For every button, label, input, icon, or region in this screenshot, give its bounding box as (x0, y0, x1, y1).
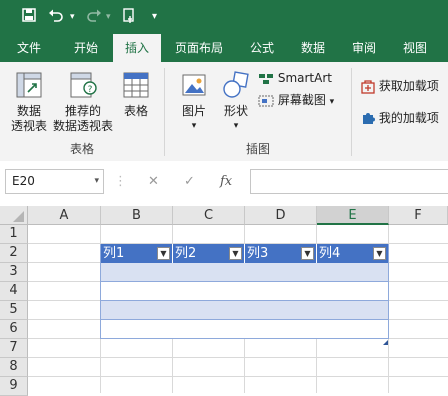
column-header-d[interactable]: D (245, 206, 317, 225)
table-header-cell[interactable]: 列1 ▼ (101, 244, 173, 263)
quick-access-toolbar: ▾ ▾ ▾ (0, 0, 448, 34)
touch-mode-icon[interactable] (122, 8, 136, 29)
tab-insert[interactable]: 插入 (113, 34, 161, 64)
customize-qat-icon[interactable]: ▾ (152, 8, 157, 26)
my-addins-icon (363, 112, 375, 124)
column-header-b[interactable]: B (101, 206, 173, 225)
table-resize-handle[interactable] (383, 334, 388, 345)
pictures-button[interactable]: 图片 ▾ (174, 70, 214, 134)
screenshot-dropdown-icon: ▾ (329, 97, 335, 107)
redo-dropdown-icon: ▾ (106, 12, 111, 22)
row-header-9[interactable]: 9 (0, 377, 28, 396)
pivot-table-icon (16, 72, 42, 98)
row-header-6[interactable]: 6 (0, 320, 28, 339)
smartart-button[interactable]: SmartArt (258, 71, 338, 86)
row-header-1[interactable]: 1 (0, 225, 28, 244)
formula-input[interactable] (250, 169, 448, 194)
illustrations-group-label: 插图 (245, 142, 270, 156)
gridline (388, 225, 389, 393)
table-row[interactable] (101, 282, 388, 301)
tables-group-label: 表格 (69, 142, 94, 156)
name-box[interactable]: E20 ▾ (5, 169, 104, 194)
insert-function-icon[interactable]: fx (220, 169, 232, 194)
screenshot-button[interactable]: 屏幕截图 ▾ (258, 93, 342, 110)
table-header-cell[interactable]: 列2 ▼ (173, 244, 245, 263)
save-icon[interactable] (22, 8, 36, 27)
name-box-dropdown-icon[interactable]: ▾ (94, 170, 99, 193)
row-header-8[interactable]: 8 (0, 358, 28, 377)
formula-bar: E20 ▾ ⋮ ✕ ✓ fx (0, 161, 448, 205)
column-header-e[interactable]: E (317, 206, 389, 225)
row-header-5[interactable]: 5 (0, 301, 28, 320)
tab-data[interactable]: 数据 (287, 34, 339, 62)
filter-dropdown-icon[interactable]: ▼ (301, 247, 314, 260)
column-header-f[interactable]: F (389, 206, 448, 225)
row-header-7[interactable]: 7 (0, 339, 28, 358)
table-row-band[interactable] (101, 263, 388, 282)
get-addins-button[interactable]: 获取加载项 (361, 79, 448, 94)
enter-icon: ✓ (184, 174, 195, 189)
ribbon-insert: 数据 透视表 ? 推荐的 数据透视表 表格 表格 图片 ▾ 形状 ▾ Smart… (0, 62, 448, 162)
table-button[interactable]: 表格 (116, 70, 156, 119)
group-divider (164, 68, 165, 156)
table-icon (123, 72, 149, 98)
screenshot-icon (258, 95, 274, 106)
shapes-icon (223, 71, 249, 98)
table-row[interactable] (101, 320, 388, 339)
pictures-dropdown-icon: ▾ (191, 121, 197, 131)
tab-file[interactable]: 文件 (0, 34, 58, 62)
cancel-icon: ✕ (148, 174, 159, 189)
tab-page-layout[interactable]: 页面布局 (161, 34, 237, 62)
redo-icon (86, 8, 102, 27)
shapes-button[interactable]: 形状 ▾ (216, 70, 256, 134)
recommended-pivot-table-button[interactable]: ? 推荐的 数据透视表 (52, 70, 114, 134)
tab-formulas[interactable]: 公式 (237, 34, 287, 62)
undo-icon[interactable] (48, 8, 64, 27)
filter-dropdown-icon[interactable]: ▼ (157, 247, 170, 260)
more-options-icon[interactable]: ⋮ (114, 169, 127, 194)
column-header-a[interactable]: A (28, 206, 101, 225)
filter-dropdown-icon[interactable]: ▼ (229, 247, 242, 260)
ribbon-tabs: 文件 开始 插入 页面布局 公式 数据 审阅 视图 (0, 34, 448, 64)
store-icon (361, 79, 375, 94)
tab-review[interactable]: 审阅 (339, 34, 389, 62)
table-header-cell[interactable]: 列4 ▼ (317, 244, 388, 263)
smartart-icon (259, 73, 273, 84)
column-header-c[interactable]: C (173, 206, 245, 225)
row-header-4[interactable]: 4 (0, 282, 28, 301)
picture-icon (182, 74, 206, 96)
filter-dropdown-icon[interactable]: ▼ (373, 247, 386, 260)
table-row-band[interactable] (101, 301, 388, 320)
shapes-dropdown-icon: ▾ (233, 121, 239, 131)
svg-text:?: ? (88, 85, 93, 95)
tab-view[interactable]: 视图 (389, 34, 441, 62)
recommended-pivot-icon: ? (70, 72, 97, 98)
tab-home[interactable]: 开始 (58, 34, 114, 62)
group-divider (351, 68, 352, 156)
select-all-corner[interactable] (0, 206, 28, 225)
row-header-3[interactable]: 3 (0, 263, 28, 282)
undo-dropdown-icon[interactable]: ▾ (70, 8, 75, 26)
pivot-table-button[interactable]: 数据 透视表 (6, 70, 52, 134)
row-header-2[interactable]: 2 (0, 244, 28, 263)
table-header-cell[interactable]: 列3 ▼ (245, 244, 317, 263)
my-addins-button[interactable]: 我的加载项 (361, 111, 448, 126)
